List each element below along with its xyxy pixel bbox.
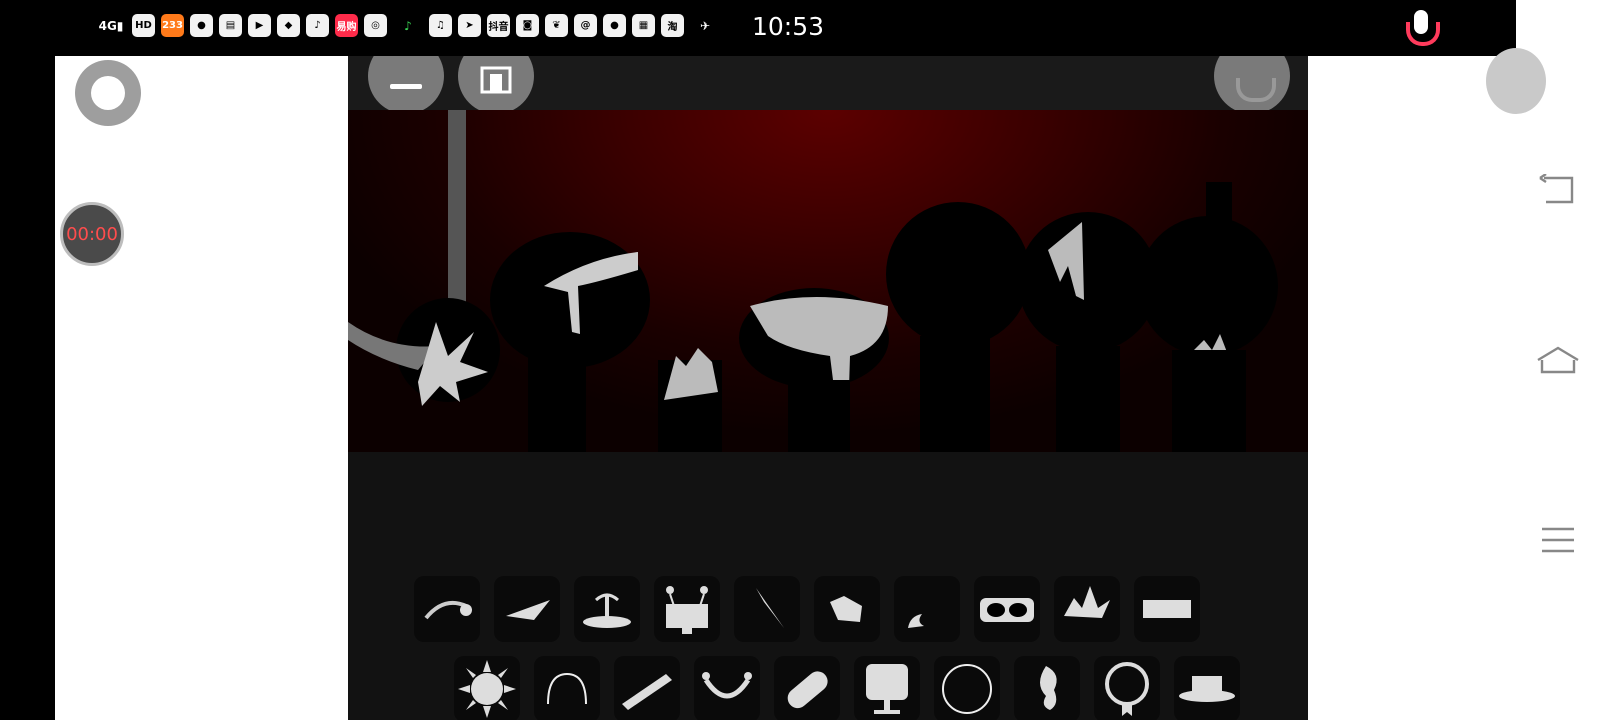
character-4 (739, 288, 889, 452)
blade-icon (756, 588, 784, 628)
search-app-icon: ◎ (364, 14, 387, 37)
character-2 (490, 232, 650, 452)
edge-menu-button[interactable] (1486, 48, 1546, 114)
character-stage (348, 110, 1308, 452)
status-icons: 4G ▮ HD 233 ● ▤ ▶ ◆ ♪ 易购 ◎ ♪ ♫ ➤ 抖音 ◙ ❦ @… (96, 14, 720, 37)
palette-item[interactable] (774, 656, 840, 720)
wedge-icon (506, 600, 550, 620)
character-6 (1018, 212, 1158, 452)
palm-icon (583, 593, 631, 628)
hd-icon: HD (132, 14, 155, 37)
crown-icon (1064, 586, 1110, 618)
card-icon: ▤ (219, 14, 242, 37)
hook-icon (1040, 666, 1057, 710)
capsule-icon (787, 671, 828, 709)
taobao-icon: 淘 (661, 14, 684, 37)
palette-item[interactable] (854, 656, 920, 720)
character-7 (1138, 182, 1278, 452)
character-5 (886, 202, 1030, 452)
palette-item[interactable] (1054, 576, 1120, 642)
pole (448, 110, 466, 310)
stage-silhouettes (348, 110, 1278, 452)
bird-icon: ✈ (699, 18, 711, 33)
sun-icon (458, 660, 516, 718)
tiktok-icon: ♫ (429, 14, 452, 37)
left-panel (55, 56, 348, 720)
suning-icon: 易购 (335, 14, 358, 37)
bar-icon (1143, 600, 1191, 618)
palette-item[interactable] (414, 576, 480, 642)
right-panel (1308, 56, 1516, 720)
home-icon (1537, 346, 1579, 374)
frame-button[interactable] (458, 56, 534, 114)
clock: 10:53 (752, 12, 825, 41)
band-icon (622, 674, 672, 710)
robot-icon (666, 586, 708, 634)
leaf-icon: ❦ (545, 14, 568, 37)
palette-item[interactable] (654, 576, 720, 642)
camera-icon: ◙ (516, 14, 539, 37)
microphone-icon[interactable] (1404, 10, 1440, 46)
floating-assistant-button[interactable] (75, 60, 141, 126)
menu-icon (1542, 527, 1574, 553)
recents-button[interactable] (1536, 520, 1580, 560)
app-233-icon: 233 (161, 14, 184, 37)
status-bar: 4G ▮ HD 233 ● ▤ ▶ ◆ ♪ 易购 ◎ ♪ ♫ ➤ 抖音 ◙ ❦ @… (0, 0, 1516, 56)
signal-icon: 4G ▮ (98, 18, 124, 33)
palette-item[interactable] (734, 576, 800, 642)
record-icon (1236, 78, 1276, 102)
grid-icon: ▦ (632, 14, 655, 37)
palette-item[interactable] (694, 656, 760, 720)
chat-icon: ● (603, 14, 626, 37)
monitor-icon (866, 664, 908, 714)
home-button[interactable] (1536, 340, 1580, 380)
record-button[interactable] (1214, 56, 1290, 114)
palette-item[interactable] (814, 576, 880, 642)
at-icon: @ (574, 14, 597, 37)
character-3 (658, 348, 722, 452)
minus-icon (390, 84, 422, 89)
music-icon: ♪ (306, 14, 329, 37)
curve-icon (424, 601, 472, 620)
palette-item[interactable] (1134, 576, 1200, 642)
palette-item[interactable] (534, 656, 600, 720)
palette-item[interactable] (494, 576, 560, 642)
telegram-icon: ➤ (458, 14, 481, 37)
horns-icon (702, 672, 752, 699)
game-top-bar (348, 56, 1308, 114)
recording-timer[interactable]: 00:00 (60, 202, 124, 266)
palette-item[interactable] (614, 656, 680, 720)
ring-icon (942, 664, 992, 714)
palette-item[interactable] (454, 656, 520, 720)
arc-icon (547, 672, 587, 705)
palette-item[interactable] (1174, 656, 1240, 720)
palette-item[interactable] (974, 576, 1040, 642)
mask-icon (980, 598, 1034, 622)
palette-item[interactable] (894, 576, 960, 642)
back-icon (1539, 174, 1574, 204)
palette-item[interactable] (1094, 656, 1160, 720)
medal-icon (1105, 662, 1149, 716)
douyin-icon: 抖音 (487, 14, 510, 37)
frame-icon (480, 66, 512, 94)
play-icon: ▶ (248, 14, 271, 37)
drop-icon (908, 614, 924, 628)
palette-item[interactable] (934, 656, 1000, 720)
blob-icon (830, 596, 862, 622)
palette-item[interactable] (574, 576, 640, 642)
game-area (348, 56, 1308, 720)
network-label: 4G (98, 18, 117, 33)
hat-icon (1179, 676, 1235, 702)
palette-item[interactable] (1014, 656, 1080, 720)
green-note-icon: ♪ (404, 18, 412, 33)
wechat-icon: ● (190, 14, 213, 37)
character-1 (348, 298, 500, 406)
sound-palette (348, 456, 1308, 720)
minus-button[interactable] (368, 56, 444, 114)
back-button[interactable] (1536, 170, 1580, 210)
shield-icon: ◆ (277, 14, 300, 37)
